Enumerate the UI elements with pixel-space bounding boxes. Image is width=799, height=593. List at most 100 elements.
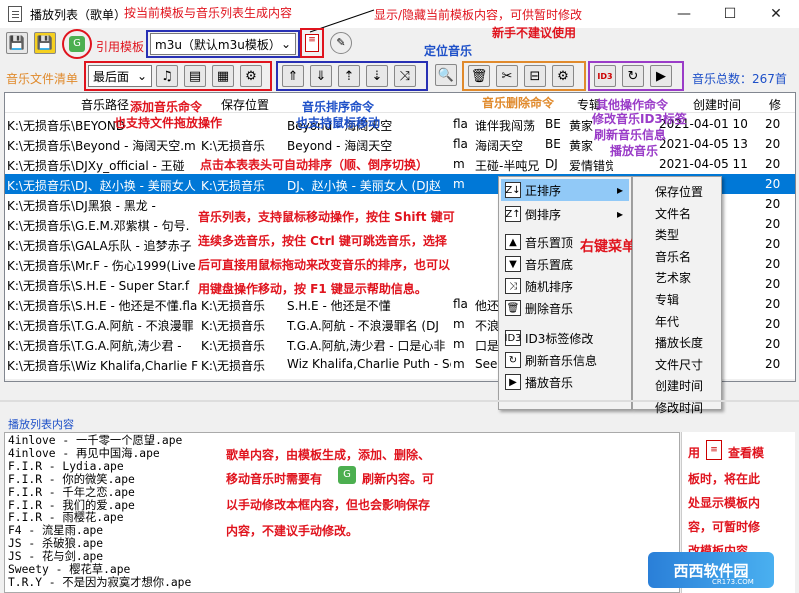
- songlist-line: T.R.Y - 不是因为寂寞才想你.ape: [8, 575, 192, 589]
- table-cell: T.G.A.阿航 - 不浪漫罪名 (DJ: [287, 319, 439, 333]
- menu-item-label: 删除音乐: [525, 301, 574, 316]
- delete-icon[interactable]: 🗑: [468, 65, 490, 87]
- menu-item-icon: ▶: [505, 374, 521, 390]
- close-button[interactable]: ✕: [753, 0, 799, 28]
- table-cell: K:\无损音乐\T.G.A.阿航 - 不浪漫罪: [7, 319, 194, 333]
- table-cell: K:\无损音乐\Beyond - 海阔天空.m: [7, 139, 196, 153]
- table-cell: K:\无损音乐: [201, 139, 265, 153]
- template-select[interactable]: m3u（默认m3u模板） ⌄: [150, 33, 296, 55]
- menu-item-icon: ID3: [505, 330, 522, 346]
- watermark-sub: CR173.COM: [712, 578, 754, 586]
- shuffle-icon[interactable]: ⤨: [394, 65, 416, 87]
- locate-music-icon[interactable]: 🔍: [435, 64, 457, 86]
- chevron-down-icon: ⌄: [136, 69, 147, 83]
- header-save-location[interactable]: 保存位置: [221, 96, 269, 113]
- submenu-item[interactable]: 专辑: [655, 291, 679, 308]
- save-icon[interactable]: 💾: [6, 32, 28, 54]
- context-menu-item[interactable]: ▶ 播放音乐: [501, 371, 629, 393]
- table-cell: 20: [765, 197, 781, 211]
- annotation-click-header: 点击本表表头可自动排序（顺、倒序切换）: [200, 156, 429, 173]
- menu-item-label: ID3标签修改: [525, 331, 594, 346]
- table-cell: 20: [765, 237, 781, 251]
- add-file-icon[interactable]: ♫: [156, 65, 178, 87]
- table-cell: 20: [765, 337, 781, 351]
- table-cell: K:\无损音乐\Wiz Khalifa,Charlie F: [7, 359, 198, 373]
- header-path[interactable]: 音乐路径: [81, 96, 129, 113]
- header-modified[interactable]: 修: [769, 96, 781, 113]
- table-cell: m: [453, 177, 465, 191]
- minimize-button[interactable]: —: [661, 0, 707, 28]
- menu-item-icon: ↻: [505, 352, 521, 368]
- context-menu-item[interactable]: 🗑 删除音乐: [501, 297, 629, 319]
- save-as-icon[interactable]: 💾: [34, 32, 56, 54]
- annotation-list-3: 后可直接用鼠标拖动来改变音乐的排序，也可以: [198, 258, 451, 272]
- header-created[interactable]: 创建时间: [693, 96, 741, 113]
- move-down-icon[interactable]: ⇓: [310, 65, 332, 87]
- move-bottom-icon[interactable]: ⇣: [366, 65, 388, 87]
- submenu-item[interactable]: 艺术家: [655, 269, 691, 286]
- table-cell: fla: [453, 137, 468, 151]
- id3-icon[interactable]: ID3: [594, 65, 616, 87]
- splitter[interactable]: [0, 400, 799, 402]
- delete-duplicate-icon[interactable]: ⊟: [524, 65, 546, 87]
- maximize-button[interactable]: ☐: [707, 0, 753, 28]
- insert-position-select[interactable]: 最后面 ⌄: [88, 65, 152, 87]
- template-view-icon: ≡: [706, 440, 722, 460]
- context-menu-item[interactable]: Z↑ 倒排序 ▸: [501, 203, 629, 225]
- table-cell: K:\无损音乐: [201, 179, 265, 193]
- context-menu-item[interactable]: ▼ 音乐置底: [501, 253, 629, 275]
- annotation-play: 播放音乐: [610, 144, 659, 158]
- add-list-icon[interactable]: ▦: [212, 65, 234, 87]
- submenu-item[interactable]: 音乐名: [655, 248, 691, 265]
- refresh-content-button[interactable]: G: [62, 29, 92, 59]
- table-cell: m: [453, 157, 465, 171]
- insert-position-value: 最后面: [93, 69, 130, 84]
- annotation-song-2b: 刷新内容。可: [362, 472, 435, 486]
- context-menu-item[interactable]: ↻ 刷新音乐信息: [501, 349, 629, 371]
- show-template-button[interactable]: ≡: [300, 28, 324, 58]
- table-cell: 20: [765, 217, 781, 231]
- annotation-song-3: 以手动修改本框内容，但也会影响保存: [226, 498, 431, 512]
- context-menu-item[interactable]: Z↓ 正排序 ▸: [501, 179, 629, 201]
- annotation-song-4: 内容，不建议手动修改。: [226, 524, 359, 538]
- annotation-song-2: 移动音乐时需要有: [226, 472, 323, 486]
- move-top-icon[interactable]: ⇑: [282, 65, 304, 87]
- submenu-item[interactable]: 文件尺寸: [655, 356, 703, 373]
- refresh-icon[interactable]: ↻: [622, 65, 644, 87]
- delete-missing-icon[interactable]: ✂: [496, 65, 518, 87]
- delete-settings-icon[interactable]: ⚙: [552, 65, 574, 87]
- table-cell: K:\无损音乐\GALA乐队 - 追梦赤子: [7, 239, 192, 253]
- table-cell: K:\无损音乐: [201, 319, 265, 333]
- submenu-item[interactable]: 创建时间: [655, 377, 703, 394]
- template-view-icon: ≡: [305, 34, 319, 52]
- submenu-item[interactable]: 年代: [655, 313, 679, 330]
- table-cell: DJ、赵小换 - 美丽女人 (DJ赵: [287, 179, 442, 193]
- table-cell: BE: [545, 117, 561, 131]
- table-cell: 谁伴我闯荡: [475, 119, 536, 133]
- submenu-arrow-icon: ▸: [616, 207, 623, 221]
- table-cell: 20: [765, 137, 781, 151]
- table-row[interactable]: K:\无损音乐\Beyond - 海阔天空.m K:\无损音乐 Beyond - 海…: [5, 134, 795, 154]
- palette-icon[interactable]: ✎: [330, 32, 352, 54]
- submenu-item[interactable]: 文件名: [655, 205, 691, 222]
- menu-item-icon: ⤨: [505, 278, 521, 294]
- play-icon[interactable]: ▶: [650, 65, 672, 87]
- add-folder-icon[interactable]: ▤: [184, 65, 206, 87]
- context-menu-item[interactable]: ID3 ID3标签修改: [501, 327, 629, 349]
- menu-item-label: 正排序: [525, 183, 562, 198]
- move-up-icon[interactable]: ⇡: [338, 65, 360, 87]
- submenu-item[interactable]: 保存位置: [655, 183, 703, 200]
- menu-item-icon: Z↓: [505, 182, 521, 198]
- annotation-right-2: 板时，将在此: [688, 472, 761, 486]
- table-cell: K:\无损音乐\T.G.A.阿航,涛少君 -: [7, 339, 182, 353]
- table-cell: m: [453, 317, 465, 331]
- add-commands-box: 最后面 ⌄ ♫ ▤ ▦ ⚙: [84, 61, 272, 91]
- annotation-right-1b: 查看模: [728, 446, 765, 460]
- submenu-item[interactable]: 类型: [655, 226, 679, 243]
- annotation-sort: 音乐排序命令: [302, 100, 375, 114]
- submenu-item[interactable]: 播放长度: [655, 334, 703, 351]
- annotation-right-4: 容，可暂时修: [688, 520, 761, 534]
- add-settings-icon[interactable]: ⚙: [240, 65, 262, 87]
- context-menu-item[interactable]: ⤨ 随机排序: [501, 275, 629, 297]
- sort-submenu: 保存位置 文件名 类型 音乐名 艺术家 专辑 年代 播放长度 文件尺寸 创建时间 修改时间: [632, 176, 722, 415]
